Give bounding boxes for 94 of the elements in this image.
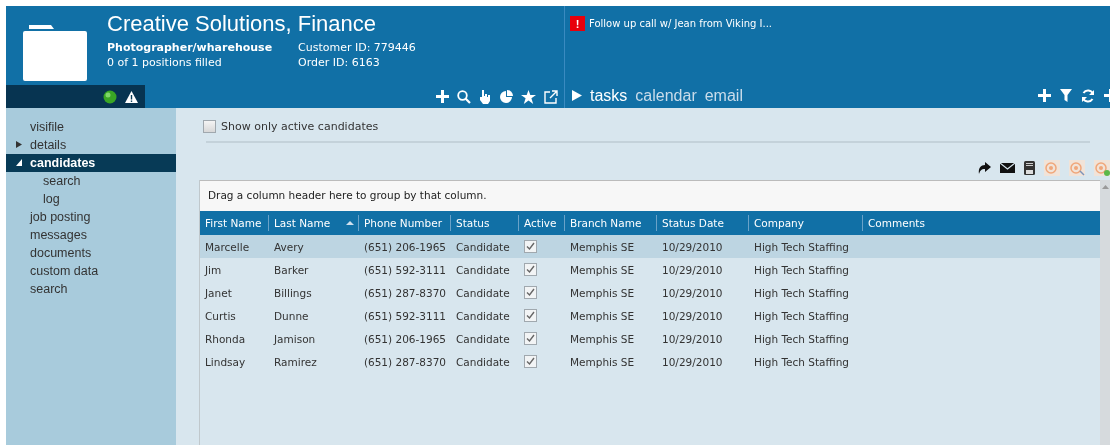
table-cell: (651) 592-3111: [363, 309, 446, 322]
column-header[interactable]: Status: [451, 215, 519, 231]
table-cell: High Tech Staffing: [754, 263, 849, 276]
table-cell: Janet: [205, 286, 232, 299]
sidebar-subitem[interactable]: log: [6, 190, 176, 208]
table-cell: High Tech Staffing: [754, 240, 849, 253]
column-header[interactable]: Last Name: [269, 215, 359, 231]
table-cell: High Tech Staffing: [754, 309, 849, 322]
table-cell: 10/29/2010: [662, 286, 723, 299]
forward-arrow-icon[interactable]: [978, 162, 991, 174]
table-cell: 10/29/2010: [662, 240, 723, 253]
table-cell: (651) 206-1965: [363, 240, 446, 253]
table-cell: Billings: [274, 286, 312, 299]
position-name: Photographer/wharehouse: [107, 40, 274, 55]
table-cell: Memphis SE: [570, 332, 635, 345]
search-icon[interactable]: [457, 89, 471, 104]
checkbox[interactable]: [203, 120, 216, 133]
warning-icon: [125, 90, 138, 103]
table-cell: Memphis SE: [570, 355, 635, 368]
positions-filled: 0 of 1 positions filled: [107, 55, 223, 70]
sidebar-item[interactable]: messages: [6, 226, 176, 244]
table-cell: Jamison: [274, 332, 316, 345]
table-row[interactable]: Marcelle Avery (651) 206-1965 Candidate Memphis SE 10/29/2010 High Tech Staffing: [200, 235, 1100, 258]
table-cell: Candidate: [456, 240, 510, 253]
table-cell: Barker: [274, 263, 309, 276]
column-header[interactable]: Phone Number: [359, 215, 451, 231]
sidebar-item[interactable]: documents: [6, 244, 176, 262]
table-cell: 10/29/2010: [662, 332, 723, 345]
checkbox-label: Show only active candidates: [221, 120, 379, 133]
table-cell: 10/29/2010: [662, 263, 723, 276]
table-cell: Rhonda: [205, 332, 246, 345]
document-icon[interactable]: [1024, 161, 1035, 175]
sidebar-item[interactable]: custom data: [6, 262, 176, 280]
tab[interactable]: tasks: [590, 86, 628, 105]
customer-id: Customer ID: 779446: [298, 40, 416, 55]
table-cell: Candidate: [456, 286, 510, 299]
status-dot-icon: [103, 89, 117, 104]
sidebar-item[interactable]: visifile: [6, 118, 176, 136]
sidebar-item[interactable]: search: [6, 280, 176, 298]
add-icon[interactable]: [1038, 89, 1051, 102]
table-cell: Candidate: [456, 332, 510, 345]
table-cell: Lindsay: [205, 355, 246, 368]
order-id: Order ID: 6163: [298, 55, 381, 70]
column-header[interactable]: Branch Name: [565, 215, 657, 231]
envelope-icon[interactable]: [1000, 163, 1015, 173]
record-title: Creative Solutions, Finance: [107, 11, 378, 37]
table-cell: Avery: [274, 240, 304, 253]
sidebar-subitem[interactable]: search: [6, 172, 176, 190]
column-header[interactable]: First Name: [200, 215, 269, 231]
column-header[interactable]: Active: [519, 215, 565, 231]
add-icon[interactable]: [436, 90, 449, 103]
pie-icon[interactable]: [499, 89, 513, 104]
column-header[interactable]: Company: [749, 215, 863, 231]
table-cell: (651) 592-3111: [363, 263, 446, 276]
refresh-icon[interactable]: [1081, 88, 1095, 103]
table-cell: Marcelle: [205, 240, 250, 253]
table-cell: 10/29/2010: [662, 309, 723, 322]
alert-badge: !: [570, 16, 585, 31]
table-cell: High Tech Staffing: [754, 332, 849, 345]
table-cell: Candidate: [456, 309, 510, 322]
table-cell: (651) 287-8370: [363, 286, 446, 299]
table-cell: 10/29/2010: [662, 355, 723, 368]
filter-icon[interactable]: [1060, 89, 1072, 102]
table-cell: Candidate: [456, 263, 510, 276]
sidebar-item[interactable]: job posting: [6, 208, 176, 226]
play-icon[interactable]: [572, 90, 582, 101]
star-icon[interactable]: [521, 89, 536, 104]
sort-ascending-icon: [346, 221, 354, 225]
alert-text[interactable]: Follow up call w/ Jean from Viking I...: [589, 18, 772, 29]
table-cell: Memphis SE: [570, 286, 635, 299]
table-cell: Memphis SE: [570, 240, 635, 253]
table-cell: Candidate: [456, 355, 510, 368]
table-cell: Memphis SE: [570, 309, 635, 322]
table-cell: (651) 287-8370: [363, 355, 446, 368]
external-link-icon[interactable]: [544, 89, 558, 104]
table-cell: Curtis: [205, 309, 236, 322]
table-cell: Dunne: [274, 309, 309, 322]
pointer-hand-icon[interactable]: [479, 89, 491, 104]
expanded-triangle-icon: [16, 159, 22, 166]
column-header[interactable]: Status Date: [657, 215, 749, 231]
sidebar-item[interactable]: candidates: [6, 154, 176, 172]
table-cell: (651) 206-1965: [363, 332, 446, 345]
group-by-panel: Drag a column header here to group by that column.: [200, 180, 1100, 211]
table-cell: Jim: [205, 263, 222, 276]
table-cell: High Tech Staffing: [754, 355, 849, 368]
add-icon[interactable]: [1104, 89, 1110, 102]
table-cell: Ramirez: [274, 355, 317, 368]
table-cell: Memphis SE: [570, 263, 635, 276]
tab[interactable]: email: [704, 86, 743, 105]
sidebar-item[interactable]: details: [6, 136, 176, 154]
table-cell: High Tech Staffing: [754, 286, 849, 299]
column-header[interactable]: Comments: [863, 215, 1100, 231]
tab[interactable]: calendar: [635, 86, 697, 105]
collapsed-triangle-icon: [16, 141, 22, 148]
